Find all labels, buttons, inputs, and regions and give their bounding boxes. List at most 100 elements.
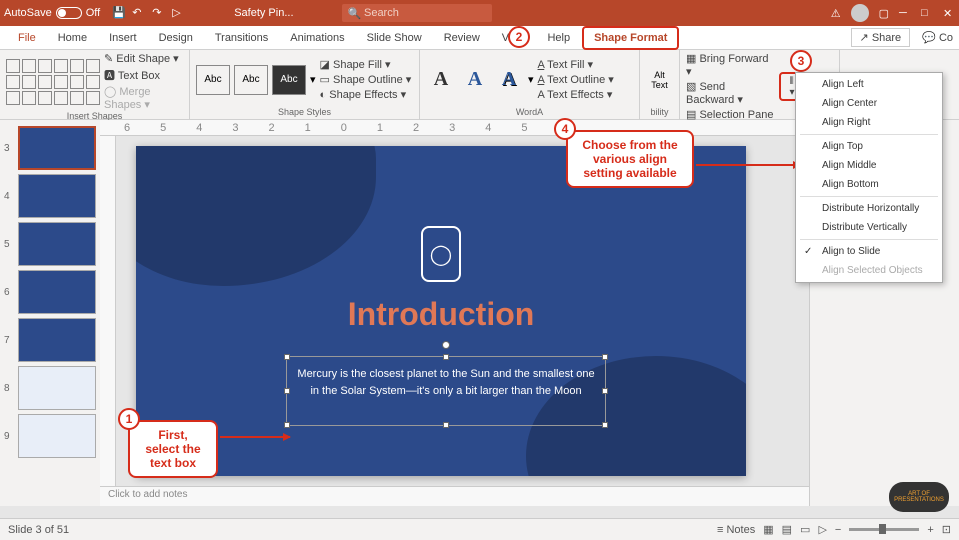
wordart-style-2[interactable]: A [460,65,490,95]
styles-more-icon[interactable]: ▾ [310,73,316,86]
tab-slideshow[interactable]: Slide Show [357,28,432,48]
tab-transitions[interactable]: Transitions [205,28,278,48]
autosave-switch-icon[interactable] [56,7,82,19]
start-slideshow-icon[interactable]: ▷ [172,6,186,20]
fit-window-icon[interactable]: ⊡ [942,523,951,536]
tab-shape-format[interactable]: Shape Format [582,26,679,50]
notes-toggle[interactable]: ≡ Notes [717,524,755,536]
slide-canvas[interactable]: ◯ Introduction Mercury is the closest pl… [136,146,746,476]
autosave-toggle[interactable]: AutoSave Off [4,7,100,19]
resize-handle[interactable] [602,354,608,360]
resize-handle[interactable] [284,354,290,360]
tab-review[interactable]: Review [434,28,490,48]
close-icon[interactable]: ✕ [943,7,955,19]
tab-help[interactable]: Help [537,28,580,48]
align-selected-objects-item: Align Selected Objects [796,261,942,280]
text-fill-button[interactable]: A Text Fill ▾ [538,58,614,71]
align-bottom-item[interactable]: Align Bottom [796,175,942,194]
reading-view-icon[interactable]: ▭ [800,523,810,536]
normal-view-icon[interactable]: ▦ [763,523,773,536]
resize-handle[interactable] [284,422,290,428]
thumbnail-7[interactable] [18,318,96,362]
quick-access-toolbar: 💾 ↶ ↷ ▷ [112,6,186,20]
tab-insert[interactable]: Insert [99,28,147,48]
bring-forward-button[interactable]: ▦ Bring Forward ▾ [686,52,775,78]
thumbnail-6[interactable] [18,270,96,314]
autosave-label: AutoSave [4,7,52,19]
maximize-icon[interactable]: □ [921,7,933,19]
wordart-more-icon[interactable]: ▾ [528,73,534,86]
alt-text-button[interactable]: Alt Text [651,70,668,90]
align-top-item[interactable]: Align Top [796,137,942,156]
resize-handle[interactable] [284,388,290,394]
shape-effects-button[interactable]: ◐ Shape Effects ▾ [320,88,412,101]
tab-animations[interactable]: Animations [280,28,354,48]
shape-style-3[interactable]: Abc [272,65,306,95]
comments-button[interactable]: 💬 Co [916,29,959,46]
align-dropdown-menu: Align Left Align Center Align Right Alig… [795,72,943,283]
resize-handle[interactable] [602,422,608,428]
search-input[interactable]: 🔍 Search [342,4,492,22]
resize-handle[interactable] [602,388,608,394]
warning-icon[interactable]: ⚠ [831,7,841,20]
selected-text-box[interactable]: Mercury is the closest planet to the Sun… [286,356,606,426]
notes-pane[interactable]: Click to add notes [100,486,809,506]
annotation-callout-4: Choose from the various align setting av… [566,130,694,188]
shapes-gallery[interactable] [6,59,100,105]
rotate-handle[interactable] [442,341,450,349]
share-button[interactable]: ↗ Share [851,28,911,47]
thumbnail-4[interactable] [18,174,96,218]
group-label-accessibility: bility [646,107,673,117]
distribute-horizontally-item[interactable]: Distribute Horizontally [796,199,942,218]
thumbnail-9[interactable] [18,414,96,458]
text-outline-button[interactable]: A Text Outline ▾ [538,73,614,86]
account-icon[interactable] [851,4,869,22]
slideshow-view-icon[interactable]: ▷ [818,523,826,536]
sorter-view-icon[interactable]: ▤ [782,523,792,536]
slide-title[interactable]: Introduction [136,296,746,333]
zoom-out-icon[interactable]: − [835,524,841,536]
zoom-in-icon[interactable]: + [927,524,933,536]
text-effects-button[interactable]: A Text Effects ▾ [538,88,614,101]
resize-handle[interactable] [443,354,449,360]
align-to-slide-item[interactable]: Align to Slide [796,242,942,261]
thumbnail-3[interactable] [18,126,96,170]
slide-thumbnails: 3 4 5 6 7 8 9 [0,120,100,506]
shape-outline-button[interactable]: ▭ Shape Outline ▾ [320,73,412,86]
align-right-item[interactable]: Align Right [796,113,942,132]
wordart-style-1[interactable]: A [426,65,456,95]
minimize-icon[interactable]: ─ [899,7,911,19]
redo-icon[interactable]: ↷ [152,6,166,20]
resize-handle[interactable] [443,422,449,428]
save-icon[interactable]: 💾 [112,6,126,20]
tab-file[interactable]: File [8,28,46,48]
search-icon: 🔍 [348,7,362,20]
tab-home[interactable]: Home [48,28,97,48]
align-left-item[interactable]: Align Left [796,75,942,94]
ribbon-tabs: File Home Insert Design Transitions Anim… [0,26,959,50]
shape-style-2[interactable]: Abc [234,65,268,95]
thumbnail-5[interactable] [18,222,96,266]
shape-style-1[interactable]: Abc [196,65,230,95]
align-center-item[interactable]: Align Center [796,94,942,113]
ribbon-display-icon[interactable]: ▢ [879,7,889,20]
align-middle-item[interactable]: Align Middle [796,156,942,175]
text-box-button[interactable]: 🅰 Text Box [104,67,183,83]
shape-fill-button[interactable]: ◪ Shape Fill ▾ [320,58,412,71]
distribute-vertically-item[interactable]: Distribute Vertically [796,218,942,237]
zoom-slider[interactable] [849,528,919,531]
thumbnail-8[interactable] [18,366,96,410]
annotation-badge-1: 1 [118,408,140,430]
horizontal-ruler: 6543210123456 [100,120,809,136]
tab-design[interactable]: Design [149,28,203,48]
send-backward-button[interactable]: ▧ Send Backward ▾ [686,80,775,106]
wordart-style-3[interactable]: A [494,65,524,95]
annotation-badge-3: 3 [790,50,812,72]
title-bar: AutoSave Off 💾 ↶ ↷ ▷ Safety Pin... 🔍 Sea… [0,0,959,26]
undo-icon[interactable]: ↶ [132,6,146,20]
edit-shape-button[interactable]: ✎ Edit Shape ▾ [104,52,183,65]
annotation-arrow [696,164,800,166]
group-label-shape-styles: Shape Styles [196,107,413,117]
merge-shapes-button[interactable]: ◯ Merge Shapes ▾ [104,85,183,111]
status-bar: Slide 3 of 51 ≡ Notes ▦ ▤ ▭ ▷ − + ⊡ [0,518,959,540]
